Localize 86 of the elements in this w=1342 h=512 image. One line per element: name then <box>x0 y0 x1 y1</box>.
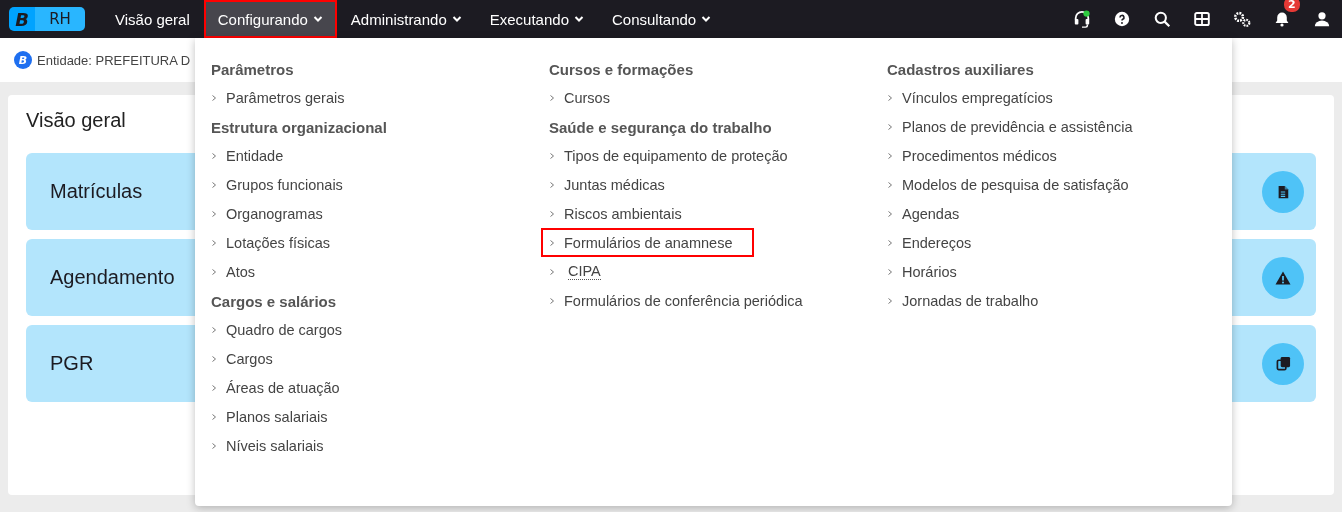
caret-icon <box>312 14 323 24</box>
menu-item[interactable]: Cursos <box>541 83 632 112</box>
chevron-icon <box>549 180 555 189</box>
menu-item[interactable]: Formulários de conferência periódica <box>541 286 825 315</box>
logo-letter[interactable]: B <box>9 7 35 31</box>
menu-item[interactable]: Parâmetros gerais <box>203 83 367 112</box>
menu-item[interactable]: Procedimentos médicos <box>879 141 1079 170</box>
page-title: Visão geral <box>26 109 126 132</box>
menu-item[interactable]: Riscos ambientais <box>541 199 704 228</box>
chevron-icon <box>549 267 555 276</box>
menu-group-title: Parâmetros <box>211 60 295 80</box>
shortcut-card[interactable]: Agendamento <box>26 239 195 316</box>
chevron-icon <box>887 296 893 305</box>
menu-item[interactable]: Lotações físicas <box>203 228 352 257</box>
caret-icon <box>451 14 462 24</box>
user-icon[interactable] <box>1314 11 1330 27</box>
menu-item[interactable]: Cargos <box>203 344 295 373</box>
menu-item[interactable]: Jornadas de trabalho <box>879 286 1061 315</box>
menu-group-title: Estrutura organizacional <box>211 118 388 138</box>
entity-badge: B <box>14 51 32 69</box>
chevron-icon <box>549 238 555 247</box>
menu-item[interactable]: Áreas de atuação <box>203 373 362 402</box>
nav-menu-item[interactable]: Executando <box>475 0 598 38</box>
menu-item[interactable]: Horários <box>879 257 979 286</box>
chevron-icon <box>211 441 217 450</box>
menu-group-title: Cargos e salários <box>211 292 338 312</box>
settings-icon[interactable] <box>1232 10 1252 28</box>
menu-group-title: Cadastros auxiliares <box>887 60 1035 80</box>
chevron-icon <box>887 151 893 160</box>
grid-icon[interactable] <box>1194 11 1210 27</box>
chevron-icon <box>887 122 893 131</box>
chevron-icon <box>549 93 555 102</box>
chevron-icon <box>211 180 217 189</box>
chevron-icon <box>549 296 555 305</box>
caret-icon <box>701 14 712 24</box>
document-icon <box>1262 170 1304 213</box>
shortcut-card[interactable]: Matrículas <box>26 153 195 230</box>
chevron-icon <box>887 267 893 276</box>
chevron-icon <box>211 354 217 363</box>
chevron-icon <box>211 412 217 421</box>
chevron-icon <box>211 151 217 160</box>
search-icon[interactable] <box>1153 10 1171 28</box>
entity-name: Entidade: PREFEITURA D <box>37 52 191 68</box>
menu-item[interactable]: Agendas <box>879 199 982 228</box>
help-icon[interactable] <box>1114 11 1130 27</box>
menu-item[interactable]: Vínculos empregatícios <box>879 83 1075 112</box>
menu-item[interactable]: Modelos de pesquisa de satisfação <box>879 170 1151 199</box>
chevron-icon <box>211 93 217 102</box>
menu-item[interactable]: Tipos de equipamento de proteção <box>541 141 810 170</box>
menu-item[interactable]: Formulários de anamnese <box>541 228 755 257</box>
chevron-icon <box>887 93 893 102</box>
shortcut-card[interactable]: PGR <box>26 325 195 402</box>
menu-item[interactable]: Planos salariais <box>203 402 350 431</box>
notifications-icon[interactable] <box>1274 11 1290 27</box>
chevron-icon <box>211 383 217 392</box>
menu-item[interactable]: Planos de previdência e assistência <box>879 112 1155 141</box>
menu-group-title: Saúde e segurança do trabalho <box>549 118 773 138</box>
menu-item[interactable]: Juntas médicas <box>541 170 687 199</box>
headset-icon[interactable] <box>1073 10 1091 28</box>
caret-icon <box>574 14 584 24</box>
chevron-icon <box>211 209 217 218</box>
chevron-icon <box>549 151 555 160</box>
menu-item[interactable]: Grupos funcionais <box>203 170 365 199</box>
menu-item[interactable]: Organogramas <box>203 199 345 228</box>
menu-item[interactable]: Atos <box>203 257 277 286</box>
nav-menu-item[interactable]: Consultando <box>598 0 726 38</box>
menu-item[interactable]: Níveis salariais <box>203 431 346 460</box>
chevron-icon <box>887 209 893 218</box>
nav-menu-item[interactable]: Visão geral <box>101 0 204 38</box>
nav-menu-item[interactable]: Configurando <box>203 0 337 38</box>
copy-icon <box>1262 342 1304 385</box>
chevron-icon <box>211 267 217 276</box>
menu-item[interactable]: CIPA <box>541 257 623 286</box>
menu-item[interactable]: Entidade <box>203 141 306 170</box>
chevron-icon <box>211 238 217 247</box>
app-name[interactable]: RH <box>35 7 85 31</box>
warning-icon <box>1262 256 1304 299</box>
nav-menu-item[interactable]: Administrando <box>336 0 476 38</box>
notification-count: 2 <box>1284 0 1300 12</box>
chevron-icon <box>549 209 555 218</box>
menu-group-title: Cursos e formações <box>549 60 695 80</box>
chevron-icon <box>887 180 893 189</box>
chevron-icon <box>887 238 893 247</box>
menu-item[interactable]: Endereços <box>879 228 994 257</box>
menu-item[interactable]: Quadro de cargos <box>203 315 365 344</box>
chevron-icon <box>211 325 217 334</box>
